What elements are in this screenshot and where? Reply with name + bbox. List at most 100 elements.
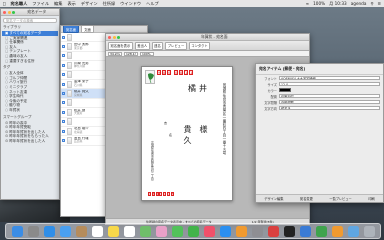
row-checkbox[interactable]: ✓	[62, 45, 65, 49]
calendar-icon[interactable]	[91, 225, 103, 237]
row-checkbox[interactable]: ✓	[62, 63, 65, 67]
finder-icon[interactable]	[11, 225, 23, 237]
music-icon[interactable]	[203, 225, 215, 237]
recipient-postal-code[interactable]: 9 8 0 0 8 1 1	[157, 70, 193, 75]
row-text: 川崎 光男 神奈川県	[74, 62, 89, 70]
row-checkbox[interactable]: ✓	[62, 120, 65, 124]
zoom-field[interactable]	[140, 51, 154, 56]
editor-toolbar: 宛名面を表示 差出人 連名 プレビュー コンタクト	[106, 41, 309, 51]
row-checkbox[interactable]: ✓	[62, 35, 65, 39]
recipient-family-name[interactable]: 貴久	[182, 125, 193, 147]
appleTV-icon[interactable]	[283, 225, 295, 237]
row-checkbox[interactable]: ✓	[62, 101, 65, 105]
stamp-icon	[146, 71, 154, 83]
sidebar-item-label: 贈り物	[9, 103, 20, 108]
clock-text[interactable]: 月 10:33	[329, 1, 347, 7]
menu-edit[interactable]: 編集	[54, 1, 62, 7]
tab-address-side[interactable]: 宛名面	[63, 26, 80, 33]
card-thumbnail	[67, 136, 72, 144]
menu-list-icon[interactable]: ≡	[377, 1, 381, 6]
photos-icon[interactable]	[155, 225, 167, 237]
spacing-row: 文字間隔 自動調整	[256, 99, 383, 105]
menu-window[interactable]: ウインドウ	[120, 1, 141, 7]
titlebar: 年賀状 - 宛名面	[106, 34, 309, 41]
sender-postal-code[interactable]: 9 8 4 0 0 7 5	[148, 192, 174, 196]
recipient-honorific[interactable]: 様	[198, 125, 209, 136]
safari-icon[interactable]	[43, 225, 55, 237]
settings-icon[interactable]	[251, 225, 263, 237]
appstore-icon[interactable]	[219, 225, 231, 237]
messages-icon[interactable]	[171, 225, 183, 237]
keynote-icon[interactable]	[299, 225, 311, 237]
toolbar-preview-button[interactable]: プレビュー	[165, 41, 187, 50]
zoom-icon[interactable]	[12, 10, 15, 14]
spacing-select[interactable]: 自動調整	[279, 99, 380, 105]
sender-address[interactable]: 宮城県仙台市若林区荒町二丁目	[150, 141, 154, 180]
card-thumbnail	[67, 108, 72, 116]
recipient-given-name[interactable]: 橘井	[188, 83, 210, 94]
row-checkbox[interactable]: ✓	[62, 129, 65, 133]
pages-icon[interactable]	[331, 225, 343, 237]
row-checkbox[interactable]: ✓	[62, 82, 65, 86]
notes-icon[interactable]	[107, 225, 119, 237]
mail-icon[interactable]	[59, 225, 71, 237]
layout-select[interactable]: 均等割付	[279, 93, 380, 99]
menu-design[interactable]: デザイン	[81, 1, 98, 7]
search-icon[interactable]: ⚲	[370, 1, 373, 6]
user-name[interactable]: agenda	[351, 1, 367, 6]
atena-icon[interactable]	[267, 225, 279, 237]
close-icon[interactable]	[3, 10, 6, 14]
sidebar-item-important[interactable]: ▢重要すぎる住所	[2, 59, 58, 64]
toolbar-joint-name-button[interactable]: 連名	[151, 41, 164, 50]
row-checkbox[interactable]: ✓	[62, 54, 65, 58]
facetime-icon[interactable]	[187, 225, 199, 237]
sidebar-item-tag[interactable]: ○年賀状	[2, 108, 58, 113]
color-swatch[interactable]	[279, 88, 291, 92]
postcard-preview[interactable]: 9 8 0 0 8 1 1 宮城県仙台市青葉区一番町四丁目一番十五号 橘井 貴久…	[141, 66, 233, 201]
menu-file[interactable]: ファイル	[32, 1, 49, 7]
menu-help[interactable]: ヘルプ	[146, 1, 159, 7]
menu-view[interactable]: 表示	[67, 1, 75, 7]
group-header-smart: スマートグループ	[3, 114, 32, 119]
books-icon[interactable]	[235, 225, 247, 237]
menu-app-name[interactable]: 宛名職人	[11, 1, 28, 7]
card-thumbnail	[67, 52, 72, 60]
sidebar-item-smart[interactable]: ⚙昨年年賀状を出した人	[2, 139, 58, 144]
launchpad-icon[interactable]	[27, 225, 39, 237]
position-x-field[interactable]	[108, 51, 122, 56]
wifi-icon[interactable]: ≈	[306, 1, 310, 6]
minimize-icon[interactable]	[7, 10, 11, 14]
row-checkbox[interactable]: ✓	[62, 110, 65, 114]
tab-list-preview[interactable]: 一覧プレビュー	[329, 196, 351, 201]
tab-message-side[interactable]: 文面	[81, 26, 94, 33]
tab-print[interactable]: 印刷	[368, 196, 374, 201]
row-checkbox[interactable]: ✓	[62, 92, 65, 96]
tab-design-edit[interactable]: デザイン編集	[264, 196, 283, 201]
row-checkbox[interactable]: ✓	[62, 73, 65, 77]
size-field[interactable]: 12.0	[279, 81, 380, 87]
apple-icon[interactable]: 	[3, 1, 6, 6]
toolbar-contact-button[interactable]: コンタクト	[188, 41, 211, 50]
battery-text[interactable]: 100%	[313, 1, 325, 6]
contacts-icon[interactable]	[75, 225, 87, 237]
sidebar-item-label: ご実家関連	[9, 35, 28, 40]
direction-select[interactable]: 縦書き	[279, 105, 380, 111]
numbers-icon[interactable]	[315, 225, 327, 237]
gear-icon: ⚙	[5, 138, 9, 143]
recipient-address[interactable]: 宮城県仙台市青葉区一番町四丁目一番十五号	[222, 83, 226, 155]
zoom-icon[interactable]	[117, 35, 120, 39]
row-checkbox[interactable]: ✓	[62, 138, 65, 142]
toolbar-sender-button[interactable]: 差出人	[134, 41, 150, 50]
folder-icon[interactable]	[347, 225, 359, 237]
close-icon[interactable]	[108, 35, 111, 39]
trash-icon[interactable]	[363, 225, 375, 237]
font-select[interactable]: AOENJIS4 #太漢字極細	[279, 75, 380, 81]
menu-address-book[interactable]: 住所録	[103, 1, 116, 7]
maps-icon[interactable]	[139, 225, 151, 237]
search-input[interactable]: 宛名データの検索	[3, 18, 57, 23]
minimize-icon[interactable]	[112, 35, 116, 39]
tab-address-change[interactable]: 宛名変更	[300, 196, 313, 201]
toolbar-show-address-button[interactable]: 宛名面を表示	[108, 41, 133, 50]
position-y-field[interactable]	[124, 51, 138, 56]
reminders-icon[interactable]	[123, 225, 135, 237]
